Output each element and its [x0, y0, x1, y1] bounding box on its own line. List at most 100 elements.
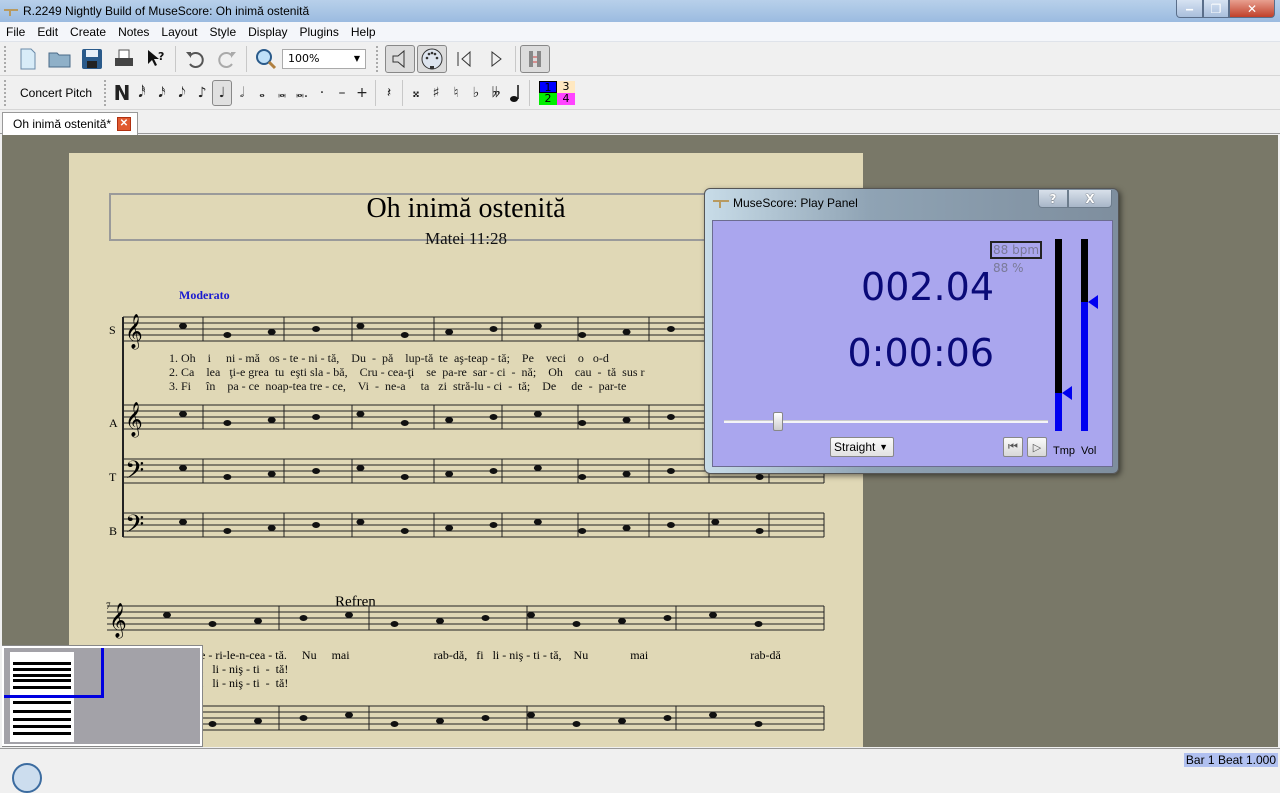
note[interactable] — [179, 411, 187, 417]
menu-plugins[interactable]: Plugins — [294, 25, 345, 39]
note[interactable] — [267, 471, 276, 477]
help-button[interactable]: ? — [1038, 190, 1068, 208]
note[interactable] — [312, 326, 321, 332]
note[interactable] — [254, 618, 262, 624]
note[interactable] — [299, 715, 308, 721]
note[interactable] — [618, 718, 626, 724]
toolbar-grip[interactable] — [104, 79, 108, 106]
toolbar-grip[interactable] — [4, 79, 8, 106]
note[interactable] — [578, 420, 587, 426]
note[interactable] — [254, 718, 262, 724]
note[interactable] — [312, 414, 321, 420]
new-file-icon[interactable] — [13, 45, 43, 73]
duration-whole-button[interactable]: 𝅝 — [252, 80, 272, 106]
close-tab-icon[interactable]: ✕ — [117, 117, 131, 131]
play-icon[interactable] — [481, 45, 511, 73]
rewind-icon[interactable] — [449, 45, 479, 73]
note[interactable] — [356, 323, 365, 329]
note[interactable] — [390, 721, 399, 727]
undo-icon[interactable] — [180, 45, 210, 73]
note[interactable] — [345, 612, 353, 618]
note[interactable] — [527, 612, 535, 618]
note[interactable] — [179, 465, 187, 471]
duration-16th-button[interactable]: 𝅘𝅥𝅮 — [172, 80, 192, 106]
note[interactable] — [163, 612, 171, 618]
repeat-icon[interactable] — [520, 44, 550, 73]
note[interactable] — [436, 618, 444, 624]
note[interactable] — [489, 326, 498, 332]
menu-help[interactable]: Help — [345, 25, 382, 39]
note[interactable] — [572, 621, 581, 627]
note[interactable] — [481, 715, 490, 721]
rest-icon[interactable]: 𝄽 — [379, 80, 399, 106]
volume-slider[interactable] — [1081, 239, 1098, 431]
tempo-slider-handle[interactable] — [1062, 385, 1072, 400]
concert-pitch-button[interactable]: Concert Pitch — [12, 86, 100, 100]
note[interactable] — [445, 471, 454, 477]
duration-eighth-button[interactable]: ♪ — [192, 80, 212, 106]
note[interactable] — [755, 528, 764, 534]
whats-this-icon[interactable]: ? — [141, 45, 171, 73]
voice-2-button[interactable]: 2 — [539, 92, 558, 105]
midi-input-icon[interactable] — [417, 44, 447, 73]
toolbar-grip[interactable] — [4, 45, 8, 72]
open-file-icon[interactable] — [45, 45, 75, 73]
duration-half-button[interactable]: 𝅗𝅥 — [232, 80, 252, 106]
note[interactable] — [666, 326, 675, 332]
note[interactable] — [267, 525, 276, 531]
natural-button[interactable]: ♮ — [446, 80, 466, 106]
flat-button[interactable]: ♭ — [466, 80, 486, 106]
duration-quarter-button[interactable]: ♩ — [212, 79, 233, 106]
note[interactable] — [754, 721, 763, 727]
note-input-button[interactable]: N — [112, 80, 132, 106]
note[interactable] — [709, 612, 717, 618]
voice-4-button[interactable]: 4 — [557, 92, 576, 105]
menu-layout[interactable]: Layout — [155, 25, 203, 39]
note[interactable] — [527, 712, 535, 718]
play-button[interactable]: ▷ — [1027, 437, 1047, 457]
note[interactable] — [618, 618, 626, 624]
restore-button[interactable]: ❐ — [1203, 0, 1229, 18]
duration-32nd-button[interactable]: 𝅘𝅥𝅯 — [152, 80, 172, 106]
note[interactable] — [179, 323, 187, 329]
speaker-icon[interactable] — [385, 44, 415, 73]
position-slider[interactable] — [724, 412, 1048, 431]
print-icon[interactable] — [109, 45, 139, 73]
note[interactable] — [223, 332, 232, 338]
note[interactable] — [356, 519, 365, 525]
rewind-button[interactable]: ⏮ — [1003, 437, 1023, 457]
note[interactable] — [666, 414, 675, 420]
volume-slider-handle[interactable] — [1088, 295, 1098, 310]
note[interactable] — [179, 519, 187, 525]
note[interactable] — [622, 329, 631, 335]
menu-display[interactable]: Display — [242, 25, 293, 39]
double-sharp-button[interactable]: 𝄪 — [406, 80, 426, 106]
note[interactable] — [436, 718, 444, 724]
note[interactable] — [356, 411, 365, 417]
note[interactable] — [208, 621, 217, 627]
close-window-button[interactable]: ✕ — [1229, 0, 1275, 18]
tie-button[interactable]: + — [352, 80, 372, 106]
note[interactable] — [578, 528, 587, 534]
note[interactable] — [578, 474, 587, 480]
sharp-button[interactable]: ♯ — [426, 80, 446, 106]
close-panel-button[interactable]: X — [1068, 190, 1112, 208]
note[interactable] — [666, 468, 675, 474]
note[interactable] — [572, 721, 581, 727]
note[interactable] — [299, 615, 308, 621]
note[interactable] — [489, 414, 498, 420]
note[interactable] — [400, 474, 409, 480]
staff-refren[interactable] — [107, 605, 825, 631]
duration-64th-button[interactable]: 𝅘𝅥𝅰 — [132, 80, 152, 106]
note[interactable] — [533, 323, 542, 329]
staff-refren-lower[interactable] — [107, 705, 825, 731]
note[interactable] — [666, 522, 675, 528]
voice-3-button[interactable]: 3 — [557, 80, 576, 93]
note[interactable] — [622, 471, 631, 477]
tempo-slider[interactable] — [1055, 239, 1072, 431]
note[interactable] — [489, 468, 498, 474]
flip-direction-icon[interactable] — [506, 80, 526, 106]
menu-style[interactable]: Style — [203, 25, 242, 39]
toolbar-grip[interactable] — [376, 45, 380, 72]
note[interactable] — [267, 417, 276, 423]
